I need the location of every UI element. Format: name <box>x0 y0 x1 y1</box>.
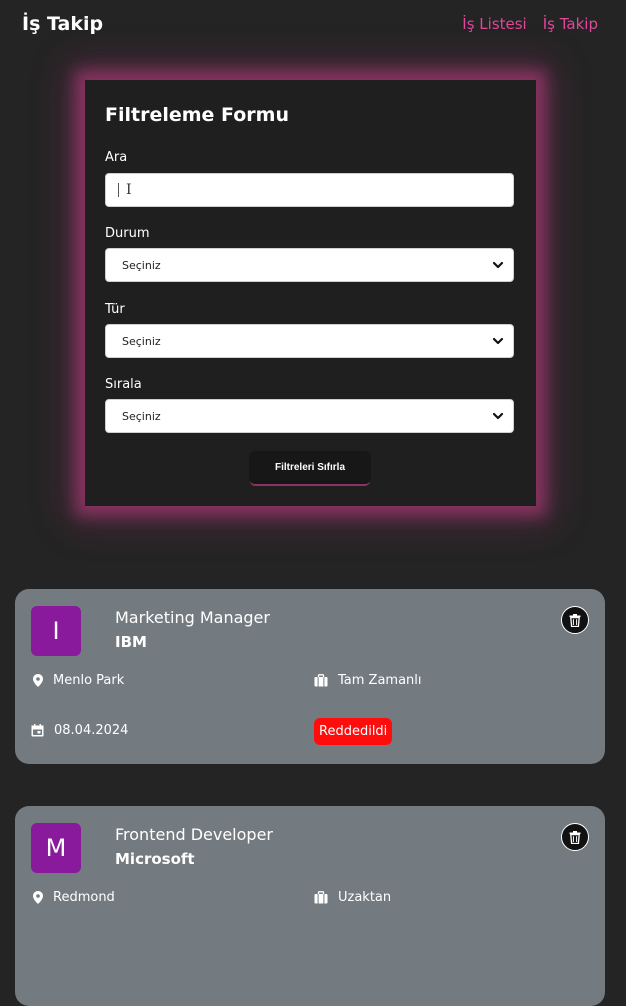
job-date: 08.04.2024 <box>31 723 128 738</box>
briefcase-icon <box>314 891 328 904</box>
briefcase-icon <box>314 674 328 687</box>
status-select[interactable]: Seçiniz <box>105 248 514 282</box>
ibeam-cursor-icon: I <box>126 182 132 198</box>
company-name: Microsoft <box>115 850 195 868</box>
company-avatar: M <box>31 823 81 873</box>
top-navbar: İş Takip İş Listesi İş Takip <box>0 0 626 48</box>
job-title: Marketing Manager <box>115 608 270 627</box>
chevron-down-icon <box>492 337 504 345</box>
delete-button[interactable] <box>561 823 589 851</box>
job-title: Frontend Developer <box>115 825 273 844</box>
chevron-down-icon <box>492 261 504 269</box>
status-badge: Reddedildi <box>314 718 393 745</box>
trash-icon <box>569 830 581 844</box>
location-pin-icon <box>33 891 43 904</box>
nav-link-job-tracking[interactable]: İş Takip <box>543 15 598 33</box>
nav-link-job-list[interactable]: İş Listesi <box>462 15 526 33</box>
sort-select-value: Seçiniz <box>122 409 161 423</box>
job-card: I Marketing Manager IBM Menlo Park Tam Z… <box>15 589 605 764</box>
job-type-text: Uzaktan <box>338 890 392 905</box>
sort-label: Sırala <box>105 377 142 392</box>
date-text: 08.04.2024 <box>54 723 129 738</box>
nav-links: İş Listesi İş Takip <box>462 15 598 33</box>
type-label: Tür <box>105 302 125 317</box>
delete-button[interactable] <box>561 606 589 634</box>
search-label: Ara <box>105 150 128 165</box>
location-pin-icon <box>33 674 43 687</box>
company-avatar: I <box>31 606 81 656</box>
filter-form: Filtreleme Formu Ara I Durum Seçiniz Tür… <box>85 80 536 506</box>
filter-form-title: Filtreleme Formu <box>105 104 289 126</box>
sort-select[interactable]: Seçiniz <box>105 399 514 433</box>
brand-logo[interactable]: İş Takip <box>22 13 103 35</box>
job-type: Uzaktan <box>314 890 391 905</box>
status-label: Durum <box>105 226 150 241</box>
chevron-down-icon <box>492 412 504 420</box>
trash-icon <box>569 613 581 627</box>
reset-filters-button[interactable]: Filtreleri Sıfırla <box>249 451 371 484</box>
job-location: Menlo Park <box>33 673 124 688</box>
location-text: Redmond <box>53 890 115 905</box>
status-select-value: Seçiniz <box>122 258 161 272</box>
company-name: IBM <box>115 633 147 651</box>
type-select[interactable]: Seçiniz <box>105 324 514 358</box>
calendar-icon <box>31 724 44 737</box>
type-select-value: Seçiniz <box>122 334 161 348</box>
location-text: Menlo Park <box>53 673 125 688</box>
job-location: Redmond <box>33 890 115 905</box>
job-type-text: Tam Zamanlı <box>338 673 422 688</box>
job-type: Tam Zamanlı <box>314 673 422 688</box>
search-input[interactable]: I <box>105 173 514 207</box>
job-card: M Frontend Developer Microsoft Redmond U… <box>15 806 605 1006</box>
text-caret <box>118 183 119 197</box>
